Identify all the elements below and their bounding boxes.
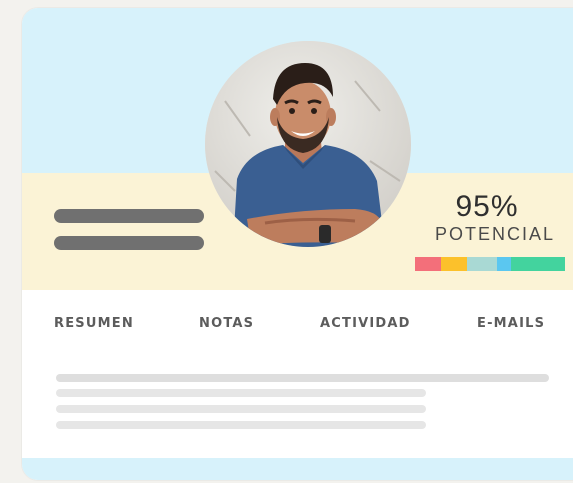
content-placeholder-line	[56, 421, 426, 429]
score-segment-yellow	[441, 257, 467, 271]
tab-resumen[interactable]: RESUMEN	[54, 316, 134, 331]
person-photo-icon	[205, 41, 411, 247]
tab-actividad[interactable]: ACTIVIDAD	[320, 316, 411, 331]
avatar	[205, 41, 411, 247]
score-segment-blue	[497, 257, 511, 271]
tab-e-mails[interactable]: E-MAILS	[477, 316, 545, 331]
footer-background	[22, 458, 573, 480]
title-placeholder	[54, 236, 204, 250]
score-segment-green	[511, 257, 565, 271]
score-segment-red	[415, 257, 441, 271]
profile-card: 95% POTENCIAL RESUMEN NOTAS ACTIVIDAD E-…	[22, 8, 573, 480]
tab-notas[interactable]: NOTAS	[199, 316, 254, 331]
content-placeholder-line	[56, 405, 426, 413]
potential-color-strip	[415, 257, 565, 271]
potential-score: 95%	[455, 190, 519, 223]
potential-label: POTENCIAL	[434, 224, 556, 244]
score-segment-mint	[467, 257, 497, 271]
content-placeholder-line	[56, 389, 426, 397]
name-placeholder	[54, 209, 204, 223]
content-placeholder-line	[56, 374, 549, 382]
